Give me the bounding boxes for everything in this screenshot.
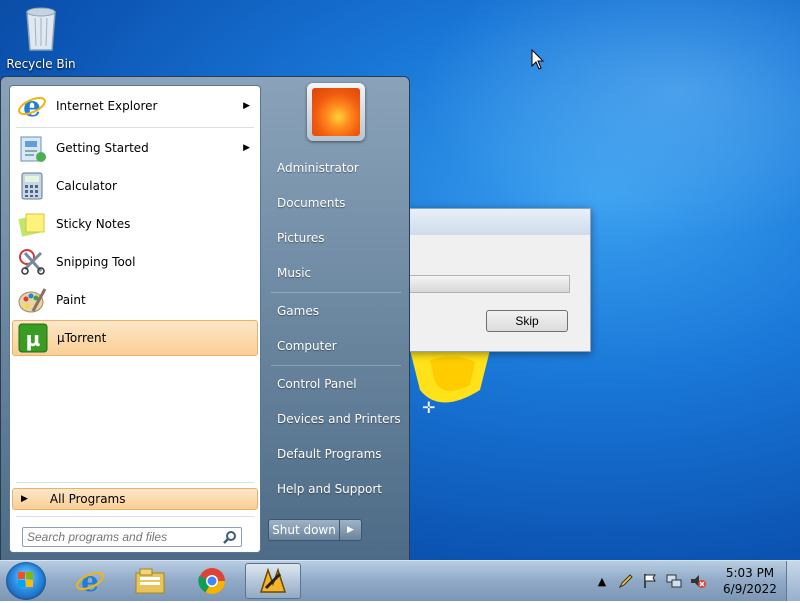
search-input[interactable]: [27, 529, 215, 545]
right-item-pictures[interactable]: Pictures: [267, 223, 403, 253]
right-item-games[interactable]: Games: [267, 296, 403, 326]
start-menu-programs-panel: e Internet Explorer ▶ Getting Started ▶ …: [9, 85, 261, 553]
submenu-arrow-icon: ▶: [243, 101, 250, 111]
recycle-bin-label: Recycle Bin: [6, 57, 76, 71]
right-item-control-panel[interactable]: Control Panel: [267, 369, 403, 399]
progress-dialog: Skip: [405, 208, 591, 352]
getting-started-icon: [16, 132, 48, 164]
right-item-music[interactable]: Music: [267, 258, 403, 288]
wallpaper-light: [420, 0, 800, 240]
clock-date: 6/9/2022: [723, 582, 777, 596]
svg-text:e: e: [23, 91, 41, 121]
program-sticky-notes[interactable]: Sticky Notes: [12, 206, 258, 242]
volume-muted-icon[interactable]: [688, 571, 708, 591]
windows-explorer-icon: [135, 568, 165, 594]
recycle-bin[interactable]: Recycle Bin: [6, 6, 76, 71]
taskbar-winamp[interactable]: [245, 563, 301, 599]
snipping-tool-icon: [16, 246, 48, 278]
chrome-icon: [198, 568, 226, 595]
start-button[interactable]: [6, 562, 46, 600]
program-snipping-tool[interactable]: Snipping Tool: [12, 244, 258, 280]
winamp-icon: [259, 567, 287, 593]
internet-explorer-icon: e: [16, 90, 48, 122]
network-icon[interactable]: [664, 571, 684, 591]
clock-time: 5:03 PM: [725, 566, 775, 580]
search-icon[interactable]: [223, 530, 237, 547]
recycle-bin-icon: [26, 7, 56, 51]
right-item-administrator[interactable]: Administrator: [267, 153, 403, 183]
taskbar-windows-explorer[interactable]: [122, 563, 178, 599]
show-desktop-button[interactable]: [786, 561, 800, 601]
program-paint[interactable]: Paint: [12, 282, 258, 318]
internet-explorer-icon: e: [76, 566, 104, 596]
show-hidden-icons-icon[interactable]: ▲: [592, 571, 612, 591]
right-item-default-programs[interactable]: Default Programs: [267, 439, 403, 469]
divider: [271, 292, 401, 293]
search-box[interactable]: [22, 527, 242, 547]
calculator-icon: [16, 170, 48, 202]
triangle-right-icon: ▶: [21, 494, 28, 504]
program-internet-explorer[interactable]: e Internet Explorer ▶: [12, 88, 258, 124]
all-programs-button[interactable]: ▶ All Programs: [12, 488, 258, 510]
divider: [271, 365, 401, 366]
shutdown-options-button[interactable]: ▶: [340, 519, 362, 541]
taskbar: e ▲ 5:03 PM 6/9/2022: [0, 560, 800, 601]
user-picture[interactable]: [307, 83, 365, 141]
mouse-pointer-icon: [531, 49, 545, 70]
dialog-progress-bar: [406, 275, 570, 293]
paint-icon: [16, 284, 48, 316]
user-avatar-flower: [312, 88, 360, 136]
windows-logo-icon: [18, 572, 33, 587]
shutdown-button[interactable]: Shut down: [268, 519, 340, 541]
triangle-right-icon: ▶: [347, 525, 354, 535]
program-calculator[interactable]: Calculator: [12, 168, 258, 204]
right-item-computer[interactable]: Computer: [267, 331, 403, 361]
right-item-devices-and-printers[interactable]: Devices and Printers: [267, 404, 403, 434]
skip-button[interactable]: Skip: [486, 310, 568, 332]
sticky-notes-icon: [16, 208, 48, 240]
right-item-documents[interactable]: Documents: [267, 188, 403, 218]
divider: [16, 516, 254, 517]
program-getting-started[interactable]: Getting Started ▶: [12, 130, 258, 166]
all-programs-label: All Programs: [49, 492, 126, 506]
divider: [16, 482, 254, 483]
utorrent-icon: µ: [17, 322, 49, 354]
system-tray: ▲: [590, 561, 710, 601]
program-utorrent[interactable]: µ µTorrent: [12, 320, 258, 356]
action-center-flag-icon[interactable]: [640, 571, 660, 591]
divider: [16, 127, 254, 128]
submenu-arrow-icon: ▶: [243, 143, 250, 153]
start-menu: e Internet Explorer ▶ Getting Started ▶ …: [0, 76, 410, 560]
dialog-titlebar[interactable]: [406, 209, 590, 235]
pencil-icon[interactable]: [616, 571, 636, 591]
svg-text:µ: µ: [26, 327, 41, 351]
svg-text:e: e: [81, 566, 99, 596]
crosshair-cursor-icon: ✛: [422, 398, 436, 417]
taskbar-chrome[interactable]: [184, 563, 240, 599]
taskbar-internet-explorer[interactable]: e: [62, 563, 118, 599]
right-item-help-and-support[interactable]: Help and Support: [267, 474, 403, 504]
taskbar-clock[interactable]: 5:03 PM 6/9/2022: [720, 565, 780, 597]
